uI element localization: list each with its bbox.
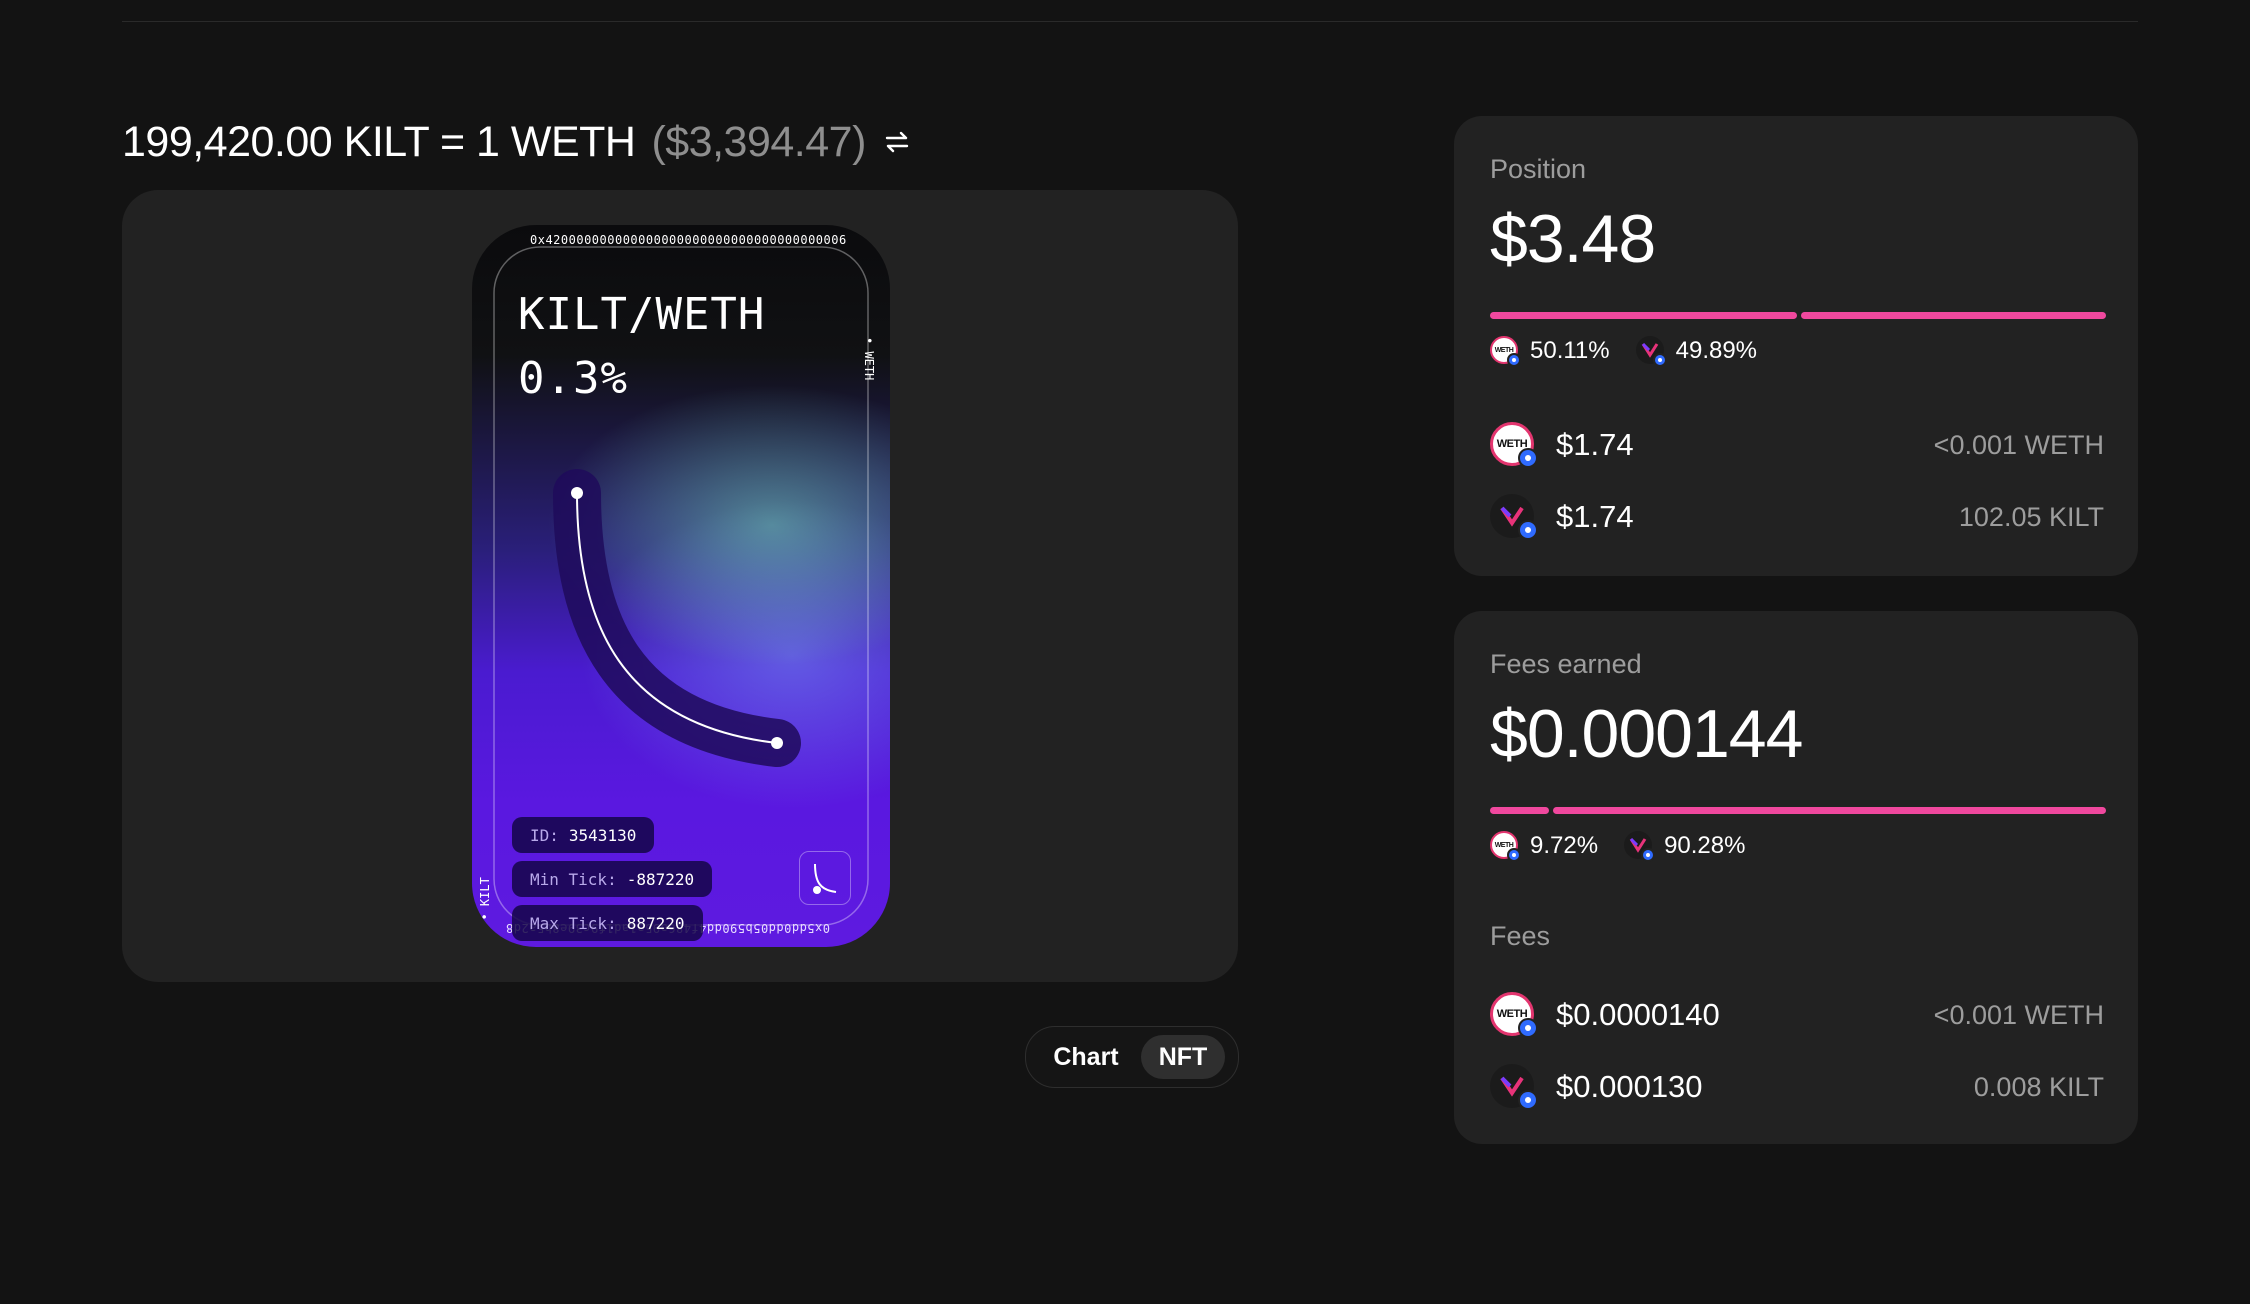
position-weth-row: WETH $1.74 <0.001 WETH: [1490, 421, 2106, 469]
position-kilt-usd: $1.74: [1556, 499, 1634, 534]
nft-id-label: ID:: [530, 825, 559, 845]
nft-min-tick-tag: Min Tick: -887220: [512, 861, 713, 897]
fees-weth-share-bar: [1490, 807, 1550, 814]
fees-earned-value: $0.000144: [1490, 696, 1803, 772]
base-chain-icon: [1518, 448, 1538, 468]
position-kilt-amount: 102.05 KILT: [1958, 501, 2104, 532]
position-kilt-pct: 49.89%: [1635, 336, 1758, 367]
fees-pct-row: WETH 9.72% 90.28%: [1490, 831, 1771, 862]
base-chain-icon: [1652, 353, 1667, 367]
position-card: Position $3.48 WETH 50.11% 49.89% WETH $…: [1454, 116, 2138, 576]
nft-pair: KILT/WETH: [518, 289, 766, 340]
view-toggle: Chart NFT: [1025, 1026, 1239, 1088]
top-divider: [122, 21, 2138, 22]
nft-title: KILT/WETH 0.3%: [518, 283, 765, 411]
position-weth-usd: $1.74: [1556, 427, 1634, 462]
swap-direction-icon[interactable]: [882, 127, 912, 157]
nft-min-tick-value: -887220: [626, 869, 695, 889]
nft-side-weth: • WETH: [862, 337, 876, 381]
kilt-token-icon: [1490, 494, 1538, 540]
nft-id-value: 3543130: [568, 825, 637, 845]
kilt-token-icon: [1635, 336, 1667, 367]
fees-card: Fees earned $0.000144 WETH 9.72% 90.28% …: [1454, 611, 2138, 1144]
fees-weth-pct-text: 9.72%: [1530, 832, 1599, 859]
price-ratio: 199,420.00 KILT = 1 WETH: [122, 117, 636, 166]
fees-earned-label: Fees earned: [1490, 649, 1642, 679]
position-nft-card: 0x42000000000000000000000000000000000000…: [472, 225, 890, 947]
nft-max-tick-label: Max Tick:: [530, 913, 617, 933]
nft-side-kilt-text: 8 • KILT: [478, 877, 492, 935]
position-kilt-pct-text: 49.89%: [1675, 337, 1758, 364]
fees-weth-usd: $0.0000140: [1556, 997, 1720, 1032]
price-header: 199,420.00 KILT = 1 WETH ($3,394.47): [122, 116, 912, 168]
nft-max-tick-tag: Max Tick: 887220: [512, 905, 703, 941]
weth-token-icon: WETH: [1490, 992, 1538, 1038]
base-chain-icon: [1518, 1018, 1538, 1038]
position-pct-row: WETH 50.11% 49.89%: [1490, 336, 1783, 367]
chart-tab[interactable]: Chart: [1031, 1035, 1141, 1079]
nft-max-tick-value: 887220: [626, 913, 685, 933]
fees-weth-pct: WETH 9.72%: [1490, 831, 1599, 862]
nft-address-top: 0x42000000000000000000000000000000000000…: [530, 233, 847, 247]
fees-kilt-pct: 90.28%: [1624, 831, 1746, 862]
position-kilt-row: $1.74 102.05 KILT: [1490, 493, 2106, 541]
position-label: Position: [1490, 154, 1587, 184]
position-value: $3.48: [1490, 201, 1656, 277]
position-weth-share-bar: [1490, 312, 1797, 319]
fees-kilt-share-bar: [1553, 807, 2106, 814]
nft-fee-tier: 0.3%: [518, 353, 628, 404]
base-chain-icon: [1518, 520, 1538, 540]
fees-kilt-pct-text: 90.28%: [1664, 832, 1746, 859]
position-weth-amount: <0.001 WETH: [1933, 429, 2104, 460]
fees-kilt-amount: 0.008 KILT: [1973, 1071, 2104, 1102]
nft-id-tag: ID: 3543130: [512, 817, 655, 853]
fees-kilt-usd: $0.000130: [1556, 1069, 1703, 1104]
fees-section-label: Fees: [1490, 921, 1551, 951]
weth-token-icon: WETH: [1490, 831, 1521, 862]
position-weth-pct-text: 50.11%: [1530, 337, 1610, 364]
position-weth-pct: WETH 50.11%: [1490, 336, 1610, 367]
base-chain-icon: [1518, 1090, 1538, 1110]
nft-side-kilt: 8 • KILT: [478, 877, 492, 935]
price-usd: ($3,394.47): [651, 117, 866, 166]
fees-split-bar: [1490, 807, 2106, 814]
weth-token-icon: WETH: [1490, 422, 1538, 468]
base-chain-icon: [1507, 848, 1521, 862]
fees-weth-amount: <0.001 WETH: [1933, 999, 2104, 1030]
range-curve-icon: [799, 851, 851, 905]
base-chain-icon: [1641, 848, 1656, 862]
position-kilt-share-bar: [1800, 312, 2106, 319]
base-chain-icon: [1507, 353, 1521, 367]
position-split-bar: [1490, 312, 2106, 319]
kilt-token-icon: [1624, 831, 1656, 862]
nft-min-tick-label: Min Tick:: [530, 869, 617, 889]
kilt-token-icon: [1490, 1064, 1538, 1110]
nft-panel: 0x42000000000000000000000000000000000000…: [122, 190, 1238, 982]
fees-weth-row: WETH $0.0000140 <0.001 WETH: [1490, 991, 2106, 1039]
weth-token-icon: WETH: [1490, 336, 1521, 367]
fees-kilt-row: $0.000130 0.008 KILT: [1490, 1063, 2106, 1111]
nft-tab[interactable]: NFT: [1141, 1035, 1225, 1079]
